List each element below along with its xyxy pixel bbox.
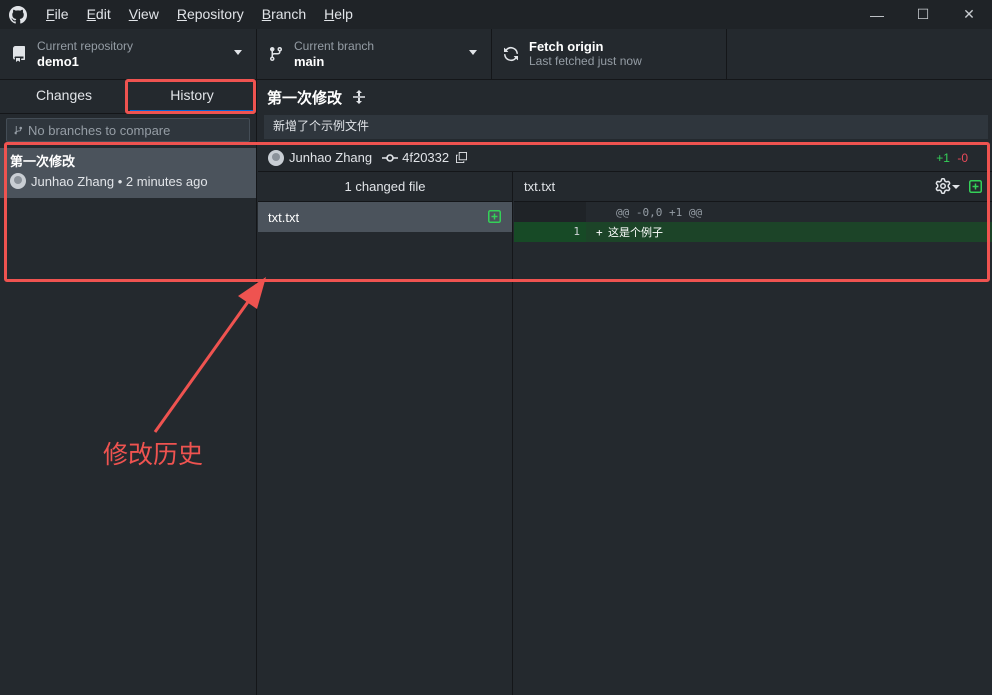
annotation-history-box	[125, 79, 256, 114]
annotation-region-box	[4, 142, 990, 282]
branch-compare-input[interactable]: No branches to compare	[6, 118, 250, 142]
commit-description: 新增了个示例文件	[264, 115, 988, 139]
fetch-origin-button[interactable]: Fetch origin Last fetched just now	[492, 29, 727, 79]
menu-branch[interactable]: Branch	[253, 0, 315, 29]
current-branch-dropdown[interactable]: Current branch main	[257, 29, 492, 79]
title-bar: File Edit View Repository Branch Help — …	[0, 0, 992, 29]
repo-icon	[12, 46, 25, 62]
menu-repository[interactable]: Repository	[168, 0, 253, 29]
menu-edit[interactable]: Edit	[78, 0, 120, 29]
maximize-button[interactable]: ☐	[900, 0, 946, 29]
commit-title: 第一次修改	[267, 89, 343, 107]
close-button[interactable]: ✕	[946, 0, 992, 29]
annotation-label: 修改历史	[103, 441, 204, 469]
branch-label: Current branch	[294, 39, 375, 53]
repo-name: demo1	[37, 54, 79, 69]
window-controls: — ☐ ✕	[854, 0, 992, 29]
menu-file[interactable]: File	[37, 0, 78, 29]
menu-view[interactable]: View	[120, 0, 168, 29]
toolbar: Current repository demo1 Current branch …	[0, 29, 992, 80]
branch-icon	[269, 47, 282, 62]
chevron-down-icon	[234, 50, 242, 55]
fetch-status: Last fetched just now	[529, 54, 642, 68]
branch-small-icon	[14, 125, 23, 134]
chevron-down-icon	[469, 50, 477, 55]
sync-icon	[504, 47, 518, 61]
branch-name: main	[294, 54, 325, 69]
minimize-button[interactable]: —	[854, 0, 900, 29]
compare-placeholder: No branches to compare	[28, 122, 171, 138]
expand-icon[interactable]	[351, 89, 367, 105]
github-logo-icon	[9, 5, 27, 24]
repo-label: Current repository	[37, 39, 134, 53]
fetch-label: Fetch origin	[529, 39, 604, 54]
tab-changes[interactable]: Changes	[0, 80, 128, 113]
menu-help[interactable]: Help	[315, 0, 362, 29]
current-repository-dropdown[interactable]: Current repository demo1	[0, 29, 257, 79]
